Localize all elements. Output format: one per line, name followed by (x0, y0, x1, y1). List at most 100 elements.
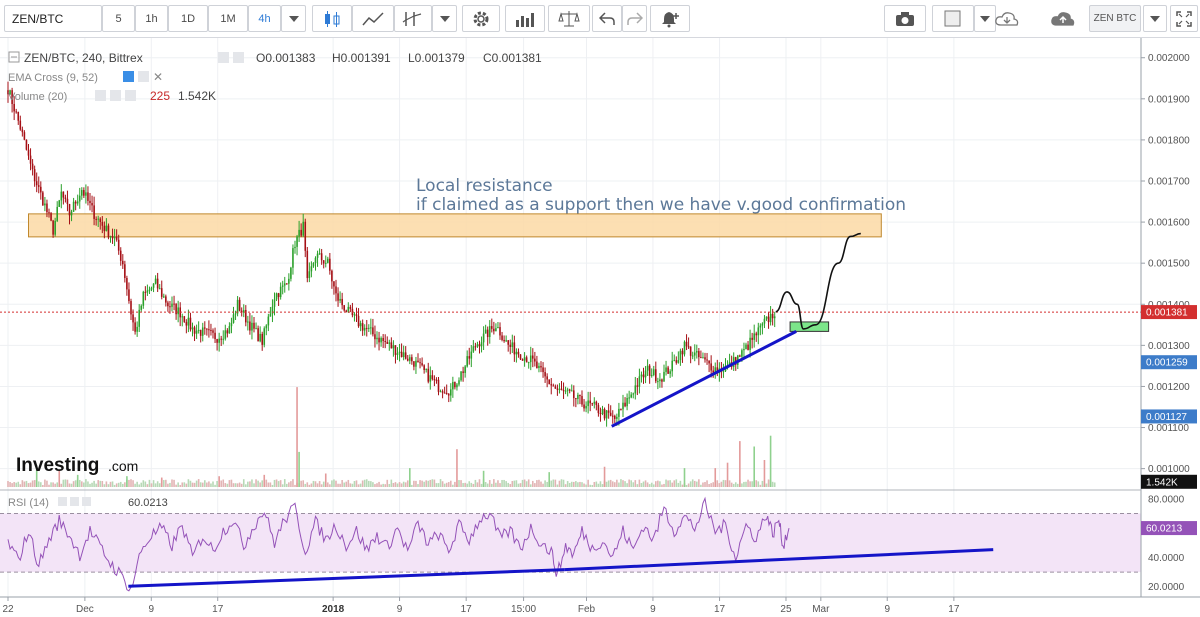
candle-body (765, 316, 768, 319)
volume-bar (91, 482, 93, 487)
volume-bar (657, 480, 659, 487)
projection-path[interactable] (775, 232, 861, 330)
volume-bar (718, 483, 721, 487)
volume-bar (259, 482, 261, 487)
volume-bar (636, 484, 639, 487)
volume-bar (232, 483, 235, 487)
high-value: H0.001391 (332, 51, 391, 65)
logo-text: Investing (16, 455, 99, 476)
indicators-button[interactable] (394, 5, 432, 32)
volume-bar (308, 484, 311, 487)
volume-spike (726, 462, 729, 487)
volume-bar (702, 482, 704, 487)
color-swatch-icon (944, 10, 961, 26)
load-layout-button[interactable] (982, 5, 1032, 32)
candle-body (505, 340, 507, 342)
volume-bar (158, 483, 161, 487)
candle-body (103, 225, 106, 232)
volume-bar (240, 483, 243, 487)
time-tick-label: Dec (76, 604, 94, 615)
volume-bar (439, 479, 442, 487)
chart-area[interactable]: 0.002000 0.001900 0.001800 0.001700 0.001600… (0, 38, 1200, 617)
volume-bar (720, 481, 723, 487)
undo-button[interactable] (592, 5, 622, 32)
interval-4h-button[interactable]: 4h (248, 5, 281, 32)
price-tick-label: 0.001300 (1148, 341, 1190, 352)
snapshot-button[interactable] (884, 5, 926, 32)
gear-icon[interactable] (70, 497, 79, 506)
candle-body (146, 290, 149, 293)
candle-body (361, 323, 364, 331)
interval-1d-button[interactable]: 1D (168, 5, 208, 32)
interval-5m-button[interactable]: 5 (102, 5, 135, 32)
interval-dropdown[interactable] (281, 5, 306, 32)
eye-icon[interactable] (123, 71, 134, 82)
candle-body (523, 357, 526, 361)
symbol-dropdown[interactable] (1143, 5, 1167, 32)
resistance-zone[interactable] (28, 213, 882, 238)
volume-bar (142, 480, 145, 487)
volume-bar (222, 479, 225, 487)
candle-body (119, 250, 122, 261)
time-axis[interactable]: 22 Dec 9 17 2018 9 17 15:00 Feb 9 17 25 Mar 9 17 (0, 596, 1200, 615)
gear-icon[interactable] (233, 52, 244, 63)
volume-spike (456, 449, 458, 487)
eye-icon[interactable] (95, 90, 106, 101)
eye-icon[interactable] (218, 52, 229, 63)
fullscreen-button[interactable] (1170, 5, 1198, 32)
volume-bar (314, 481, 317, 487)
volume-bar (318, 481, 321, 487)
volume-bar (290, 481, 292, 487)
compare-scale-button[interactable] (548, 5, 590, 32)
volume-bar (630, 480, 632, 487)
volume-bar (247, 481, 249, 487)
redo-icon (626, 11, 643, 25)
interval-1h-button[interactable]: 1h (135, 5, 168, 32)
candles-style-button[interactable] (312, 5, 352, 32)
price-axis[interactable]: 0.002000 0.001900 0.001800 0.001700 0.001600… (1140, 38, 1200, 597)
close-icon[interactable]: ✕ (153, 70, 163, 84)
background-color-button[interactable] (932, 5, 974, 32)
volume-bar (773, 482, 776, 487)
volume-bar (72, 481, 75, 487)
eye-icon[interactable] (58, 497, 67, 506)
volume-bar (117, 482, 120, 487)
gear-icon[interactable] (138, 71, 149, 82)
volume-bar (616, 479, 618, 487)
alert-button[interactable] (650, 5, 690, 32)
symbol-info-button[interactable]: ZEN BTC (1089, 5, 1141, 32)
compare-button[interactable] (352, 5, 394, 32)
cloud-upload-icon (1051, 11, 1075, 26)
volume-bar (691, 479, 694, 487)
candle-body (659, 379, 661, 382)
interval-1m-button[interactable]: 1M (208, 5, 248, 32)
time-tick-label: 17 (461, 604, 473, 615)
candle-body (234, 313, 237, 315)
redo-button[interactable] (622, 5, 647, 32)
candle-body (95, 218, 97, 220)
time-tick-label: Mar (812, 604, 830, 615)
volume-bar (648, 484, 651, 487)
volume-bar (532, 480, 534, 487)
save-layout-button[interactable] (1038, 5, 1088, 32)
indicators-dropdown[interactable] (432, 5, 457, 32)
chart-type-button[interactable] (505, 5, 545, 32)
volume-bar (560, 479, 563, 487)
close-icon[interactable] (125, 90, 136, 101)
candle-body (497, 327, 499, 329)
volume-bar (529, 484, 532, 487)
volume-bar (767, 479, 770, 487)
candle-body (769, 313, 772, 323)
close-icon[interactable] (82, 497, 91, 506)
candle-body (290, 267, 292, 279)
symbol-input[interactable]: ZEN/BTC (4, 5, 102, 32)
settings-button[interactable] (462, 5, 500, 32)
candle-body (363, 327, 366, 331)
gear-icon[interactable] (110, 90, 121, 101)
volume-bar (37, 481, 40, 487)
candle-body (208, 329, 210, 331)
candle-body (644, 370, 647, 378)
candle-body (335, 286, 337, 294)
volume-bar (640, 483, 643, 487)
candle-body (368, 327, 370, 329)
